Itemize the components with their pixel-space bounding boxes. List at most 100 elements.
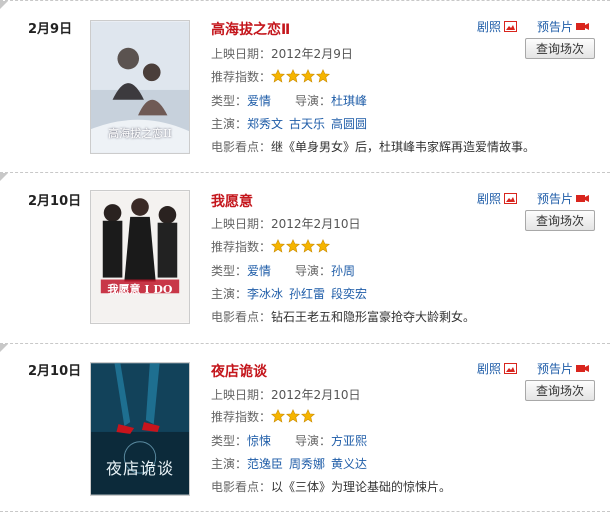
cast-link[interactable]: 段奕宏 bbox=[331, 287, 367, 301]
rating-stars bbox=[271, 239, 331, 256]
stills-link[interactable]: 剧照 bbox=[477, 360, 518, 377]
movie-title-link[interactable]: 夜店诡谈 bbox=[211, 361, 267, 381]
divider bbox=[0, 343, 610, 352]
query-showtimes-button[interactable]: 查询场次 bbox=[525, 380, 595, 401]
type-label: 类型： bbox=[211, 94, 248, 108]
stills-label: 剧照 bbox=[477, 362, 502, 376]
release-row: 上映日期：2012年2月9日 bbox=[211, 45, 353, 62]
release-label: 上映日期： bbox=[211, 217, 272, 231]
trailer-label: 预告片 bbox=[537, 192, 574, 206]
video-camera-icon bbox=[576, 195, 590, 202]
highlight-row: 电影看点：以《三体》为理论基础的惊悚片。 bbox=[211, 478, 451, 495]
rating-stars bbox=[271, 69, 331, 86]
release-label: 上映日期： bbox=[211, 47, 272, 61]
highlight-label: 电影看点： bbox=[211, 310, 272, 324]
video-camera-icon bbox=[576, 23, 590, 30]
director-link[interactable]: 孙周 bbox=[331, 264, 355, 278]
director-label: 导演： bbox=[295, 264, 332, 278]
rating-row: 推荐指数： bbox=[211, 68, 331, 86]
poster-title: 我愿意 I DO bbox=[107, 283, 173, 296]
star-icon bbox=[271, 239, 286, 253]
type-row: 类型：惊悚 导演：方亚熙 bbox=[211, 432, 373, 449]
release-row: 上映日期：2012年2月10日 bbox=[211, 215, 360, 232]
movie-title-link[interactable]: 我愿意 bbox=[211, 191, 253, 211]
director-link[interactable]: 杜琪峰 bbox=[331, 94, 367, 108]
rating-label: 推荐指数： bbox=[211, 240, 272, 254]
corner-marker bbox=[0, 173, 8, 181]
highlight-row: 电影看点：继《单身男女》后，杜琪峰韦家辉再造爱情故事。 bbox=[211, 138, 535, 155]
cast-link[interactable]: 古天乐 bbox=[289, 117, 325, 131]
star-icon bbox=[286, 69, 301, 83]
director-label: 导演： bbox=[295, 94, 332, 108]
divider bbox=[0, 511, 610, 512]
stills-link[interactable]: 剧照 bbox=[477, 190, 518, 207]
director-label: 导演： bbox=[295, 434, 332, 448]
poster-title: 夜店诡谈 bbox=[105, 459, 174, 478]
query-showtimes-button[interactable]: 查询场次 bbox=[525, 210, 595, 231]
photo-icon bbox=[504, 21, 518, 32]
star-icon bbox=[301, 239, 316, 253]
movie-poster[interactable]: 高海拔之恋II bbox=[90, 20, 190, 154]
release-value: 2012年2月9日 bbox=[271, 47, 353, 61]
highlight-text: 继《单身男女》后，杜琪峰韦家辉再造爱情故事。 bbox=[271, 140, 536, 154]
release-value: 2012年2月10日 bbox=[271, 388, 361, 402]
trailer-link[interactable]: 预告片 bbox=[537, 190, 590, 207]
stills-link[interactable]: 剧照 bbox=[477, 18, 518, 35]
release-date-heading: 2月10日 bbox=[28, 194, 82, 209]
star-icon bbox=[316, 69, 331, 83]
rating-row: 推荐指数： bbox=[211, 238, 331, 256]
cast-row: 主演：郑秀文 古天乐 高圆圆 bbox=[211, 115, 373, 132]
star-icon bbox=[286, 409, 301, 423]
poster-art bbox=[91, 191, 189, 323]
divider bbox=[0, 172, 610, 181]
star-icon bbox=[316, 239, 331, 253]
highlight-text: 钻石王老五和隐形富豪抢夺大龄剩女。 bbox=[271, 310, 476, 324]
type-row: 类型：爱情 导演：杜琪峰 bbox=[211, 92, 373, 109]
rating-label: 推荐指数： bbox=[211, 410, 272, 424]
cast-link[interactable]: 范逸臣 bbox=[247, 457, 283, 471]
cast-link[interactable]: 李冰冰 bbox=[247, 287, 283, 301]
cast-row: 主演：范逸臣 周秀娜 黄义达 bbox=[211, 455, 373, 472]
movie-schedule-list: 2月9日 高海拔之恋II 高海拔之恋Ⅱ 上映日期：2012年2月9日 推荐指数：… bbox=[0, 0, 610, 513]
stills-label: 剧照 bbox=[477, 192, 502, 206]
genre-link[interactable]: 爱情 bbox=[247, 94, 271, 108]
cast-link[interactable]: 周秀娜 bbox=[289, 457, 325, 471]
release-date-heading: 2月9日 bbox=[28, 22, 73, 37]
release-row: 上映日期：2012年2月10日 bbox=[211, 386, 360, 403]
corner-marker bbox=[0, 344, 8, 352]
trailer-link[interactable]: 预告片 bbox=[537, 18, 590, 35]
type-row: 类型：爱情 导演：孙周 bbox=[211, 262, 361, 279]
cast-label: 主演： bbox=[211, 287, 248, 301]
cast-link[interactable]: 郑秀文 bbox=[247, 117, 283, 131]
movie-poster[interactable]: 夜店诡谈 bbox=[90, 362, 190, 496]
type-label: 类型： bbox=[211, 434, 248, 448]
genre-link[interactable]: 爱情 bbox=[247, 264, 271, 278]
cast-link[interactable]: 黄义达 bbox=[331, 457, 367, 471]
highlight-row: 电影看点：钻石王老五和隐形富豪抢夺大龄剩女。 bbox=[211, 308, 475, 325]
video-camera-icon bbox=[576, 365, 590, 372]
director-link[interactable]: 方亚熙 bbox=[331, 434, 367, 448]
photo-icon bbox=[504, 193, 518, 204]
release-date-heading: 2月10日 bbox=[28, 364, 82, 379]
cast-row: 主演：李冰冰 孙红雷 段奕宏 bbox=[211, 285, 373, 302]
movie-title-link[interactable]: 高海拔之恋Ⅱ bbox=[211, 19, 290, 39]
cast-link[interactable]: 孙红雷 bbox=[289, 287, 325, 301]
cast-label: 主演： bbox=[211, 457, 248, 471]
rating-stars bbox=[271, 409, 316, 426]
photo-icon bbox=[504, 363, 518, 374]
star-icon bbox=[301, 69, 316, 83]
trailer-label: 预告片 bbox=[537, 362, 574, 376]
rating-row: 推荐指数： bbox=[211, 408, 316, 426]
highlight-label: 电影看点： bbox=[211, 140, 272, 154]
divider bbox=[0, 0, 610, 9]
release-label: 上映日期： bbox=[211, 388, 272, 402]
cast-link[interactable]: 高圆圆 bbox=[331, 117, 367, 131]
movie-poster[interactable]: 我愿意 I DO bbox=[90, 190, 190, 324]
star-icon bbox=[286, 239, 301, 253]
genre-link[interactable]: 惊悚 bbox=[247, 434, 271, 448]
star-icon bbox=[271, 409, 286, 423]
trailer-link[interactable]: 预告片 bbox=[537, 360, 590, 377]
query-showtimes-button[interactable]: 查询场次 bbox=[525, 38, 595, 59]
corner-marker bbox=[0, 1, 8, 9]
star-icon bbox=[271, 69, 286, 83]
